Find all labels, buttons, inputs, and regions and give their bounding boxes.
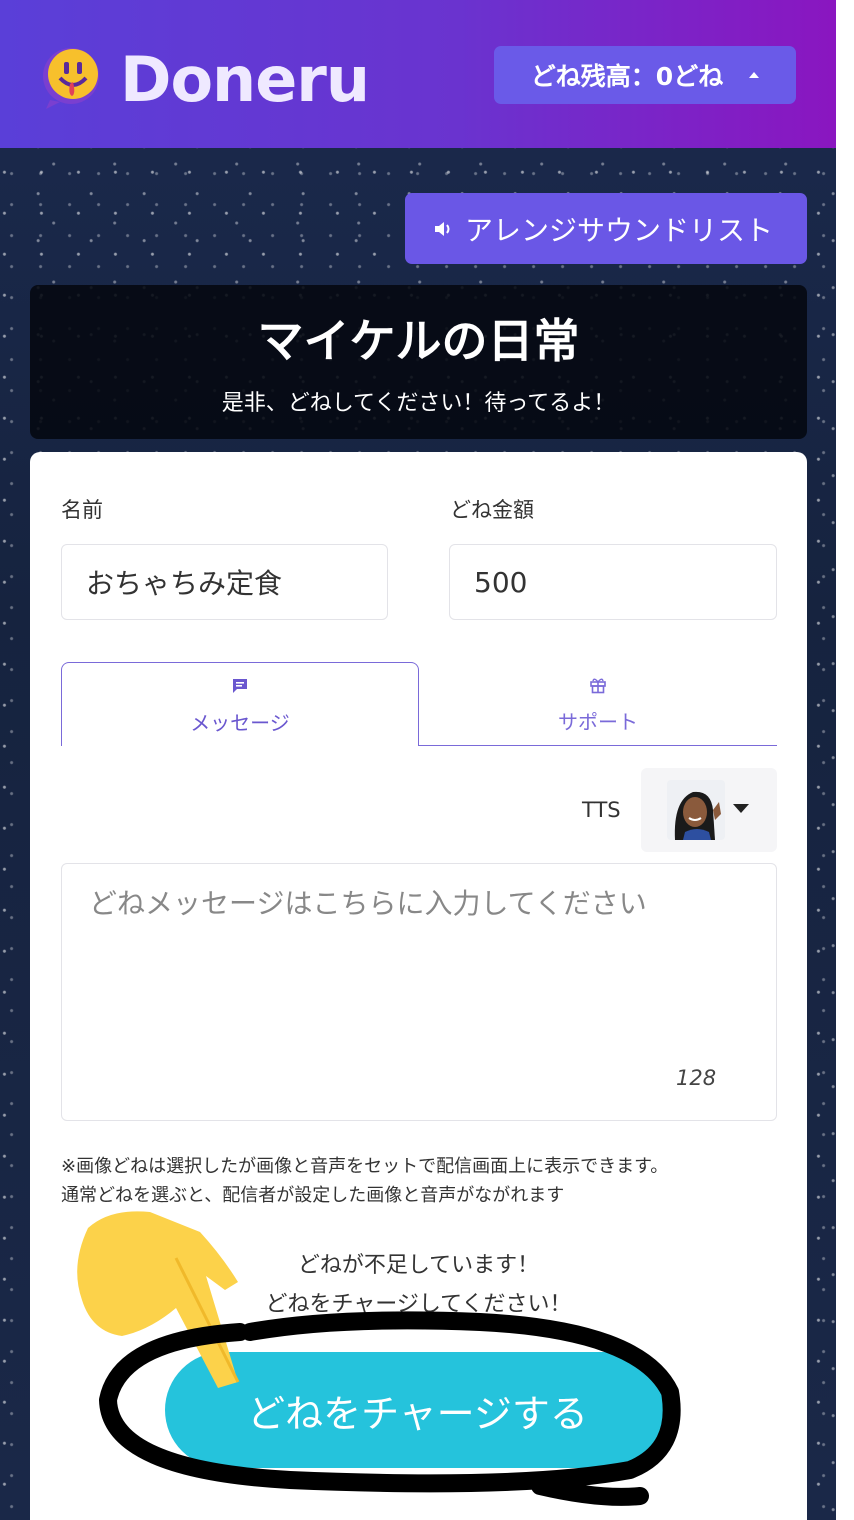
tab-message[interactable]: メッセージ bbox=[61, 662, 419, 746]
note-line-1: ※画像どねは選択したが画像と音声をセットで配信画面上に表示できます。 bbox=[61, 1156, 669, 1177]
tab-support-label: サポート bbox=[558, 710, 638, 734]
tts-label: TTS bbox=[582, 798, 621, 822]
charge-prompt-text: どねをチャージしてください！ bbox=[265, 1292, 572, 1317]
amount-label: どね金額 bbox=[450, 498, 534, 522]
speaker-icon bbox=[435, 221, 450, 236]
app-logo-text: Doneru bbox=[120, 43, 370, 116]
chevron-down-icon bbox=[733, 804, 749, 813]
message-textarea[interactable]: どねメッセージはこちらに入力してください 128 bbox=[61, 863, 777, 1121]
insufficient-balance-warning: どねが不足しています！ bbox=[297, 1253, 540, 1278]
name-input[interactable]: おちゃちみ定食 bbox=[61, 544, 388, 620]
caret-up-icon bbox=[749, 72, 760, 78]
charge-button[interactable]: どねをチャージする bbox=[165, 1352, 670, 1468]
page-title: マイケルの日常 bbox=[257, 314, 580, 368]
streamer-banner: マイケルの日常 是非、どねしてください！待ってるよ！ bbox=[30, 285, 807, 439]
message-icon bbox=[233, 679, 247, 693]
note-line-2: 通常どねを選ぶと、配信者が設定した画像と音声がながれます bbox=[61, 1185, 565, 1206]
message-placeholder: どねメッセージはこちらに入力してください bbox=[89, 887, 647, 920]
tts-voice-avatar bbox=[667, 780, 725, 840]
page-subtitle: 是非、どねしてください！待ってるよ！ bbox=[221, 391, 616, 416]
doneru-logo-icon[interactable] bbox=[40, 46, 102, 110]
arrange-sound-list-button[interactable]: アレンジサウンドリスト bbox=[405, 193, 807, 264]
image-donation-note: ※画像どねは選択したが画像と音声をセットで配信画面上に表示できます。 通常どねを… bbox=[61, 1152, 781, 1210]
charge-button-label: どねをチャージする bbox=[247, 1391, 588, 1436]
right-edge bbox=[836, 0, 854, 1520]
app-header: Doneru どね残高：0どね bbox=[0, 0, 836, 148]
tts-voice-select[interactable] bbox=[641, 768, 777, 852]
gift-icon bbox=[590, 678, 606, 694]
amount-input[interactable]: 500 bbox=[449, 544, 777, 620]
tab-support[interactable]: サポート bbox=[419, 662, 777, 746]
donation-form: 名前 おちゃちみ定食 どね金額 500 メッセージ サポート TTS どねメッセ… bbox=[30, 452, 807, 1520]
name-label: 名前 bbox=[61, 498, 103, 522]
balance-label: どね残高：0どね bbox=[530, 62, 724, 91]
balance-button[interactable]: どね残高：0どね bbox=[494, 46, 796, 104]
tab-message-label: メッセージ bbox=[190, 711, 290, 735]
char-counter: 128 bbox=[676, 1066, 717, 1090]
sound-list-label: アレンジサウンドリスト bbox=[465, 213, 774, 247]
